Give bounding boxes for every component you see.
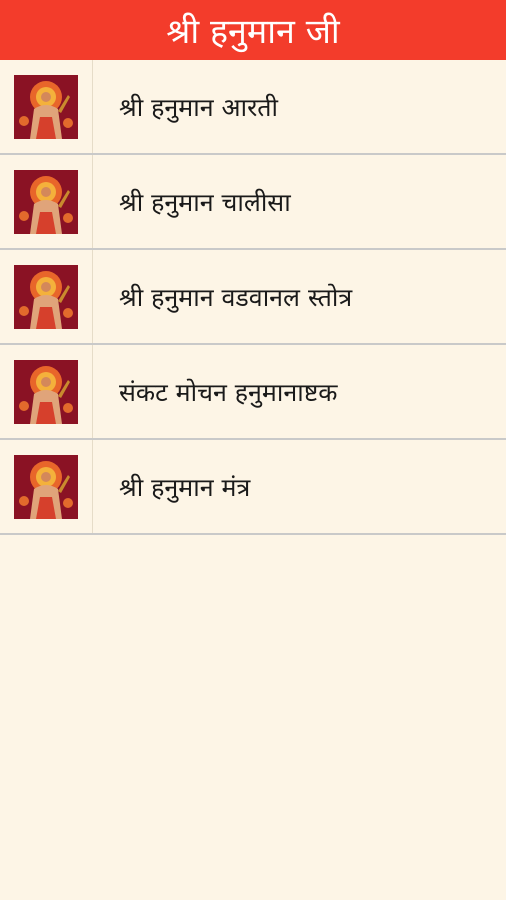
list-item-label: श्री हनुमान आरती <box>119 92 279 122</box>
list-item-label: श्री हनुमान चालीसा <box>119 187 291 217</box>
hanuman-image-icon <box>14 454 78 519</box>
thumbnail-cell <box>0 440 93 533</box>
list-item-mantra[interactable]: श्री हनुमान मंत्र <box>0 440 506 535</box>
list-item-sankat-mochan[interactable]: संकट मोचन हनुमानाष्टक <box>0 345 506 440</box>
hanuman-image-icon <box>14 74 78 139</box>
thumbnail-cell <box>0 155 93 248</box>
list-item-label: संकट मोचन हनुमानाष्टक <box>119 377 338 407</box>
list-item-vadvanal-stotra[interactable]: श्री हनुमान वडवानल स्तोत्र <box>0 250 506 345</box>
hanuman-image-icon <box>14 169 78 234</box>
list-item-chalisa[interactable]: श्री हनुमान चालीसा <box>0 155 506 250</box>
app-header: श्री हनुमान जी <box>0 0 506 60</box>
thumbnail-cell <box>0 345 93 438</box>
menu-list: श्री हनुमान आरती श्री हनुमान चालीसा श्री… <box>0 60 506 535</box>
app-title: श्री हनुमान जी <box>166 12 340 52</box>
hanuman-image-icon <box>14 359 78 424</box>
thumbnail-cell <box>0 250 93 343</box>
list-item-label: श्री हनुमान वडवानल स्तोत्र <box>119 282 353 312</box>
list-item-label: श्री हनुमान मंत्र <box>119 472 251 502</box>
list-item-aarti[interactable]: श्री हनुमान आरती <box>0 60 506 155</box>
hanuman-image-icon <box>14 264 78 329</box>
thumbnail-cell <box>0 60 93 153</box>
